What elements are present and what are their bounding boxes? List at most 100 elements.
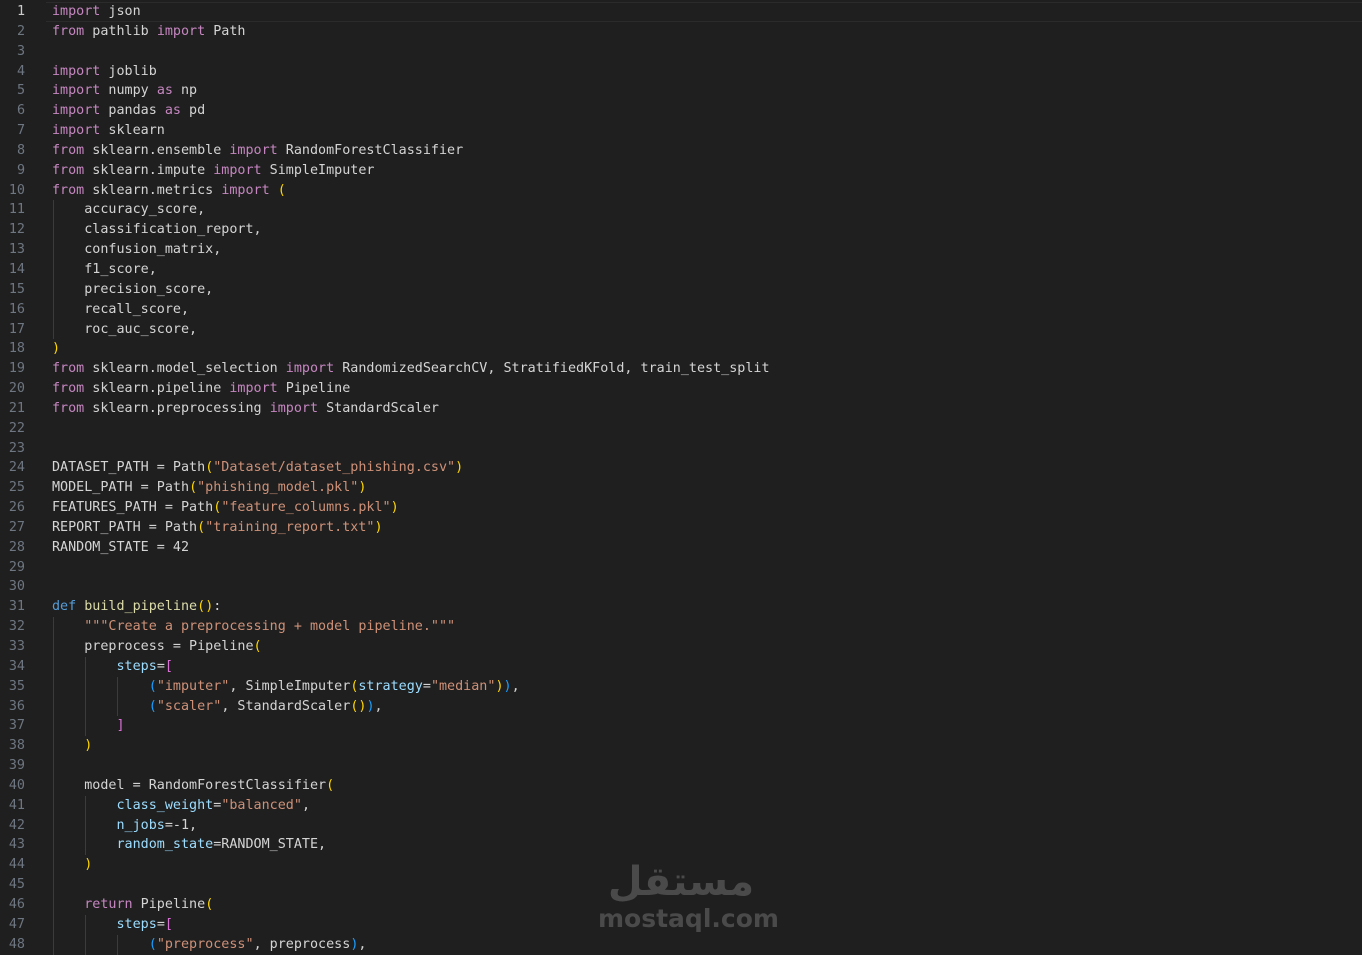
code-token: preprocess = Pipeline xyxy=(52,639,254,654)
code-token: sklearn xyxy=(100,123,165,139)
code-token: "scaler" xyxy=(156,698,222,714)
code-token: ( xyxy=(148,698,157,714)
code-line[interactable]: 29 xyxy=(0,558,1362,578)
code-line[interactable]: 27 REPORT_PATH = Path("training_report.tx… xyxy=(0,518,1362,538)
code-token: ) xyxy=(503,678,512,694)
line-number: 37 xyxy=(8,718,25,734)
code-token: """Create a preprocessing + model pipeli… xyxy=(84,619,456,635)
code-line[interactable]: 43 random_state=RANDOM_STATE, xyxy=(0,835,1362,856)
code-token: numpy xyxy=(100,83,157,99)
code-line[interactable]: 1 import json xyxy=(0,2,1362,22)
code-line[interactable]: 2 from pathlib import Path xyxy=(0,22,1362,42)
code-token: ( xyxy=(205,896,214,912)
code-line[interactable]: 41 class_weight="balanced", xyxy=(0,795,1362,816)
code-line[interactable]: 20 from sklearn.pipeline import Pipeline xyxy=(0,379,1362,399)
code-text: classification_report, xyxy=(52,220,262,240)
code-line[interactable]: 8 from sklearn.ensemble import RandomFore… xyxy=(0,141,1362,161)
code-line[interactable]: 37 ] xyxy=(0,716,1362,737)
code-line[interactable]: 24 DATASET_PATH = Path("Dataset/dataset_p… xyxy=(0,458,1362,478)
code-token: classification_report, xyxy=(52,222,262,238)
code-line[interactable]: 19 from sklearn.model_selection import Ra… xyxy=(0,359,1362,379)
code-token: confusion_matrix, xyxy=(52,242,222,258)
line-number: 26 xyxy=(8,500,25,516)
code-token: as xyxy=(164,103,181,119)
code-line[interactable]: 6 import pandas as pd xyxy=(0,101,1362,121)
code-line[interactable]: 40 model = RandomForestClassifier( xyxy=(0,775,1362,796)
line-number: 34 xyxy=(8,658,25,674)
code-line[interactable]: 11 accuracy_score, xyxy=(0,200,1362,221)
line-number: 35 xyxy=(8,678,25,694)
code-line[interactable]: 18) xyxy=(0,339,1362,359)
code-line[interactable]: 7 import sklearn xyxy=(0,121,1362,141)
code-line[interactable]: 4 import joblib xyxy=(0,62,1362,82)
line-number: 44 xyxy=(8,857,25,873)
code-token: ) xyxy=(455,460,464,476)
code-token: import xyxy=(52,103,101,119)
code-token: f1_score, xyxy=(52,261,157,277)
code-line[interactable]: 31 def build_pipeline(): xyxy=(0,597,1362,617)
code-line[interactable]: 13 confusion_matrix, xyxy=(0,240,1362,260)
code-token: , xyxy=(374,698,383,714)
code-token: MODEL_PATH = Path xyxy=(52,480,190,496)
indent-guide xyxy=(53,756,54,776)
line-number: 9 xyxy=(16,162,25,178)
code-line[interactable]: 30 xyxy=(0,577,1362,597)
code-line[interactable]: 22 xyxy=(0,419,1362,439)
code-editor[interactable]: 1 import json 2 from pathlib import Path 3 4 i… xyxy=(0,2,1362,955)
code-token: from xyxy=(52,381,85,397)
code-line[interactable]: 35 ("imputer", SimpleImputer(strategy="m… xyxy=(0,676,1362,697)
code-line[interactable]: 42 n_jobs=-1, xyxy=(0,815,1362,836)
code-line[interactable]: 3 xyxy=(0,42,1362,62)
code-line[interactable]: 38 ) xyxy=(0,736,1362,757)
code-token: import xyxy=(52,4,101,19)
code-line[interactable]: 21 from sklearn.preprocessing import Stan… xyxy=(0,399,1362,419)
code-line[interactable]: 12 classification_report, xyxy=(0,220,1362,241)
line-number: 27 xyxy=(8,519,25,535)
code-text: import sklearn xyxy=(52,121,165,141)
code-text: from sklearn.model_selection import Rand… xyxy=(52,359,770,379)
code-token: sklearn.preprocessing xyxy=(84,400,270,416)
code-text: REPORT_PATH = Path("training_report.txt"… xyxy=(52,518,383,538)
code-token: "Dataset/dataset_phishing.csv" xyxy=(213,460,456,476)
code-token: "imputer" xyxy=(156,678,230,694)
code-line[interactable]: 5 import numpy as np xyxy=(0,81,1362,101)
code-token: steps xyxy=(116,658,157,674)
code-line[interactable]: 28 RANDOM_STATE = 42 xyxy=(0,538,1362,558)
code-line[interactable]: 36 ("scaler", StandardScaler()), xyxy=(0,696,1362,717)
line-number: 7 xyxy=(16,123,25,139)
line-number: 5 xyxy=(16,83,25,99)
code-line[interactable]: 10 from sklearn.metrics import ( xyxy=(0,181,1362,201)
code-token: from xyxy=(52,142,85,158)
code-text: confusion_matrix, xyxy=(52,240,221,260)
code-text: ("scaler", StandardScaler()), xyxy=(52,697,383,717)
code-line[interactable]: 9 from sklearn.impute import SimpleImpute… xyxy=(0,161,1362,181)
code-line[interactable]: 17 roc_auc_score, xyxy=(0,319,1362,340)
code-line[interactable]: 34 steps=[ xyxy=(0,656,1362,677)
code-token: def xyxy=(52,599,77,615)
code-text: model = RandomForestClassifier( xyxy=(52,776,334,796)
line-number: 2 xyxy=(16,23,25,39)
code-line[interactable]: 25 MODEL_PATH = Path("phishing_model.pkl"… xyxy=(0,478,1362,498)
line-number: 18 xyxy=(8,341,25,357)
code-line[interactable]: 33 preprocess = Pipeline( xyxy=(0,637,1362,657)
line-number: 46 xyxy=(8,896,25,912)
code-text: accuracy_score, xyxy=(52,200,205,220)
line-number: 19 xyxy=(8,361,25,377)
code-line[interactable]: 16 recall_score, xyxy=(0,299,1362,320)
code-line[interactable]: 39 xyxy=(0,756,1362,776)
code-line[interactable]: 15 precision_score, xyxy=(0,279,1362,300)
code-line[interactable]: 14 f1_score, xyxy=(0,259,1362,280)
code-token: from xyxy=(52,361,85,377)
code-text: n_jobs=-1, xyxy=(52,816,198,836)
code-token: accuracy_score, xyxy=(52,202,206,218)
code-token: ( xyxy=(148,936,157,952)
code-token: , xyxy=(358,936,367,952)
code-line[interactable]: 23 xyxy=(0,439,1362,459)
line-number: 36 xyxy=(8,698,25,714)
code-line[interactable]: 26 FEATURES_PATH = Path("feature_columns.… xyxy=(0,498,1362,518)
code-line[interactable]: 32 """Create a preprocessing + model pip… xyxy=(0,617,1362,637)
code-token: return xyxy=(84,896,133,912)
